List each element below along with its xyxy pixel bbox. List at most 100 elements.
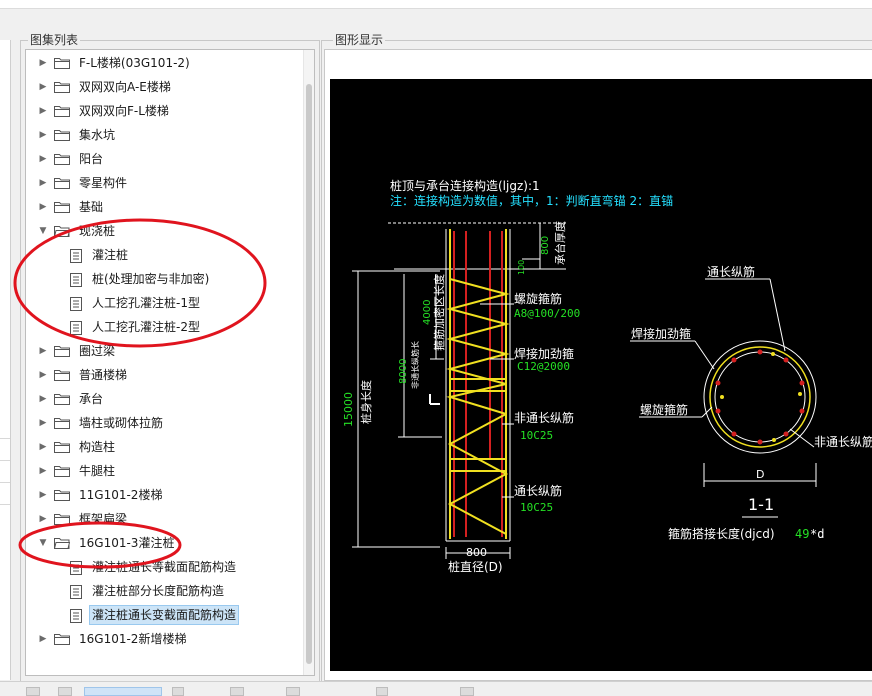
cap-thickness-label: 承台厚度: [553, 221, 567, 265]
top-offset-value: 100: [517, 260, 526, 275]
diameter-dimension: 800 桩直径(D): [445, 546, 511, 574]
tree-folder-item[interactable]: ▶ 构造柱: [36, 436, 118, 458]
tree-folder-item[interactable]: ▶ 墙柱或砌体拉筋: [36, 412, 166, 434]
tree-item-label: 桩(处理加密与非加密): [92, 272, 210, 286]
chevron-right-icon[interactable]: ▶: [36, 436, 50, 458]
tree-folder-item[interactable]: ▶ 普通楼梯: [36, 364, 130, 386]
chevron-right-icon[interactable]: ▶: [36, 484, 50, 506]
tree-item-label: F-L楼梯(03G101-2): [79, 56, 190, 70]
chevron-right-icon[interactable]: ▶: [36, 460, 50, 482]
chevron-right-icon[interactable]: ▶: [36, 148, 50, 170]
folder-icon: [54, 57, 70, 69]
tree-leaf-item[interactable]: 灌注桩部分长度配筋构造: [68, 580, 227, 602]
chevron-right-icon[interactable]: ▶: [36, 340, 50, 362]
chevron-right-icon[interactable]: ▶: [36, 412, 50, 434]
tree-scrollbar[interactable]: [303, 50, 314, 675]
pile-length-value: 15000: [342, 392, 355, 427]
tree-item-label: 双网双向F-L楼梯: [79, 104, 169, 118]
chevron-right-icon[interactable]: ▶: [36, 628, 50, 650]
tree-item-label: 普通楼梯: [79, 368, 128, 382]
tree-folder-item[interactable]: ▼ 现浇桩: [36, 220, 118, 242]
toolbar-area: [0, 9, 872, 33]
bottom-toolbar: [0, 681, 872, 696]
tree-leaf-item[interactable]: 灌注桩通长变截面配筋构造: [68, 604, 240, 626]
document-icon: [70, 560, 82, 575]
chevron-right-icon[interactable]: ▶: [36, 388, 50, 410]
diameter-value: 800: [466, 546, 487, 559]
tree-folder-item[interactable]: ▶ 16G101-2新增楼梯: [36, 628, 189, 650]
weld-stirrup-label: 焊接加劲箍: [514, 346, 574, 361]
diameter-label: 桩直径(D): [448, 559, 503, 574]
folder-icon: [54, 201, 70, 213]
tree-scroll-thumb[interactable]: [306, 84, 312, 664]
tree-folder-item[interactable]: ▶ 零星构件: [36, 172, 130, 194]
folder-icon: [54, 369, 70, 381]
chevron-right-icon[interactable]: ▶: [36, 124, 50, 146]
chevron-right-icon[interactable]: ▶: [36, 364, 50, 386]
chevron-down-icon[interactable]: ▼: [36, 220, 50, 242]
lap-length-value: 49: [795, 527, 809, 541]
tree-leaf-item[interactable]: 桩(处理加密与非加密): [68, 268, 212, 290]
non-through-len-label: 非通长纵筋长: [410, 341, 420, 389]
tree-item-label: 双网双向A-E楼梯: [79, 80, 171, 94]
tree-folder-item[interactable]: ▶ 框架扁梁: [36, 508, 130, 530]
folder-icon: [54, 417, 70, 429]
through-bar-label: 通长纵筋: [514, 483, 562, 498]
folder-icon: [54, 633, 70, 645]
folder-icon: [54, 129, 70, 141]
tree-item-label: 灌注桩: [92, 248, 129, 262]
tree-item-label: 灌注桩通长等截面配筋构造: [92, 560, 237, 574]
document-icon: [70, 248, 82, 263]
document-icon: [70, 296, 82, 311]
tree-leaf-item[interactable]: 人工挖孔灌注桩-2型: [68, 316, 203, 338]
tree-folder-item[interactable]: ▶ 基础: [36, 196, 106, 218]
atlas-tree[interactable]: ▶ F-L楼梯(03G101-2) ▶ 双网双向A-E楼梯 ▶ 双网双向F-L楼梯 ▶ 集水坑…: [25, 49, 315, 676]
drawing-panel-title: 图形显示: [333, 33, 386, 47]
tree-item-label: 牛腿柱: [79, 464, 116, 478]
folder-icon: [54, 153, 70, 165]
folder-icon: [54, 393, 70, 405]
tree-leaf-item[interactable]: 灌注桩: [68, 244, 131, 266]
tree-item-label: 圈过梁: [79, 344, 116, 358]
tree-folder-item[interactable]: ▶ 牛腿柱: [36, 460, 118, 482]
tree-leaf-item[interactable]: 人工挖孔灌注桩-1型: [68, 292, 203, 314]
chevron-right-icon[interactable]: ▶: [36, 76, 50, 98]
tree-folder-item[interactable]: ▶ F-L楼梯(03G101-2): [36, 52, 193, 74]
tree-folder-item[interactable]: ▶ 双网双向F-L楼梯: [36, 100, 172, 122]
lap-length-suffix: *d: [810, 527, 824, 541]
folder-icon: [54, 465, 70, 477]
cad-drawing[interactable]: 桩顶与承台连接构造(ljgz):1 注：连接构造为数值，其中，1：判断直弯锚 2…: [330, 79, 872, 671]
pile-length-label: 桩身长度: [359, 380, 373, 424]
tree-item-label: 灌注桩通长变截面配筋构造: [89, 605, 240, 625]
window-top-strip: [0, 0, 872, 9]
spiral-stirrup-value: A8@100/200: [514, 307, 580, 320]
dense-zone-label: 箍筋加密区长度: [432, 274, 446, 351]
tree-folder-item[interactable]: ▶ 双网双向A-E楼梯: [36, 76, 174, 98]
tree-folder-item[interactable]: ▶ 集水坑: [36, 124, 118, 146]
tree-folder-item[interactable]: ▶ 11G101-2楼梯: [36, 484, 165, 506]
tree-folder-item[interactable]: ▼ 16G101-3灌注桩: [36, 532, 177, 554]
folder-icon: [54, 81, 70, 93]
section-weld-label: 焊接加劲箍: [631, 326, 691, 341]
tree-item-label: 阳台: [79, 152, 104, 166]
section-d-label: D: [756, 468, 764, 481]
folder-icon: [54, 177, 70, 189]
through-bar-value: 10C25: [520, 501, 553, 514]
chevron-right-icon[interactable]: ▶: [36, 52, 50, 74]
folder-open-icon: [54, 537, 70, 549]
tree-folder-item[interactable]: ▶ 承台: [36, 388, 106, 410]
chevron-right-icon[interactable]: ▶: [36, 100, 50, 122]
tree-folder-item[interactable]: ▶ 阳台: [36, 148, 106, 170]
tree-item-label: 现浇桩: [79, 224, 116, 238]
tree-leaf-item[interactable]: 灌注桩通长等截面配筋构造: [68, 556, 239, 578]
tree-item-label: 11G101-2楼梯: [79, 488, 163, 502]
chevron-right-icon[interactable]: ▶: [36, 196, 50, 218]
folder-icon: [54, 489, 70, 501]
chevron-right-icon[interactable]: ▶: [36, 508, 50, 530]
chevron-right-icon[interactable]: ▶: [36, 172, 50, 194]
tree-item-label: 16G101-3灌注桩: [79, 536, 175, 550]
document-icon: [70, 272, 82, 287]
chevron-down-icon[interactable]: ▼: [36, 532, 50, 554]
tree-item-label: 墙柱或砌体拉筋: [79, 416, 164, 430]
tree-folder-item[interactable]: ▶ 圈过梁: [36, 340, 118, 362]
